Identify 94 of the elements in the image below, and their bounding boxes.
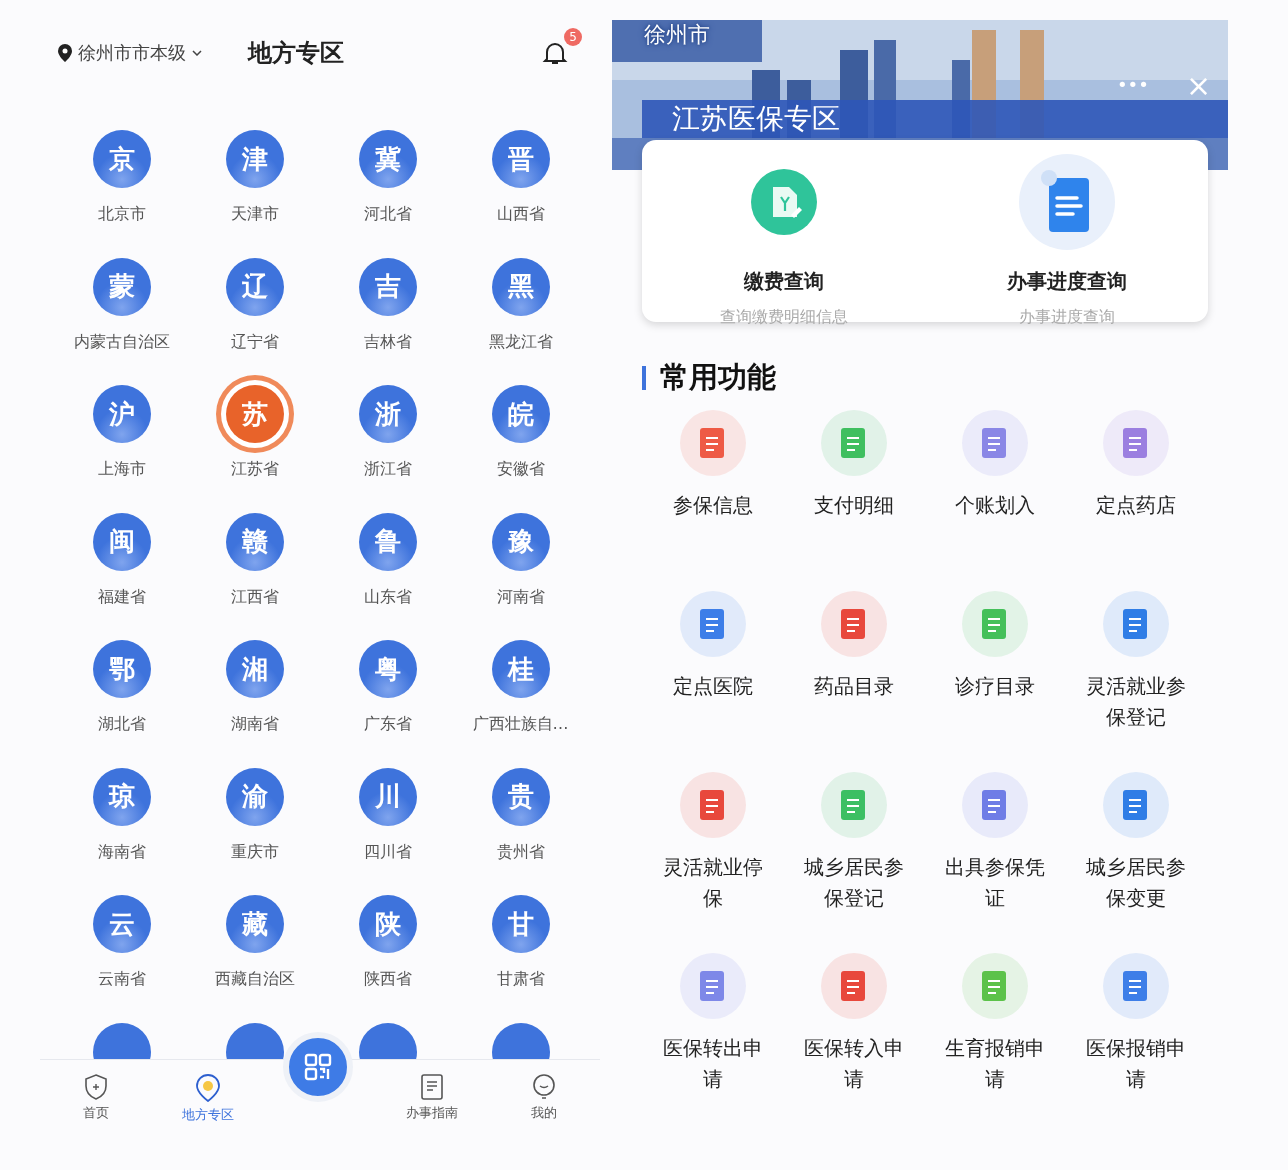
service-title[interactable]: 办事进度查询 — [1006, 268, 1127, 295]
document-icon — [1018, 154, 1115, 250]
region-icon[interactable]: 赣 — [225, 512, 284, 571]
region-name[interactable]: 浙江省 — [363, 459, 412, 480]
function-label[interactable]: 医保报销申请 — [1082, 1033, 1189, 1095]
tab-bar-item[interactable]: 办事指南 — [376, 1059, 488, 1140]
region-name[interactable]: 辽宁省 — [230, 331, 279, 353]
function-label[interactable]: 支付明细 — [800, 490, 907, 521]
region-icon[interactable]: 贵 — [491, 767, 550, 826]
function-label[interactable]: 生育报销申请 — [941, 1033, 1048, 1095]
region-name[interactable]: 贵州省 — [496, 841, 545, 863]
region-name[interactable]: 西藏自治区 — [214, 969, 295, 990]
region-icon[interactable]: 冀 — [358, 130, 417, 188]
region-icon[interactable]: 吉 — [358, 257, 417, 316]
region-name[interactable]: 上海市 — [97, 459, 146, 480]
region-icon[interactable]: 辽 — [225, 257, 284, 316]
tab-bar-item[interactable]: 首页 — [40, 1059, 152, 1140]
function-label[interactable]: 诊疗目录 — [941, 671, 1048, 702]
function-label[interactable]: 定点药店 — [1082, 490, 1189, 521]
region-name[interactable]: 山东省 — [363, 586, 412, 608]
region-name[interactable]: 广东省 — [363, 714, 412, 735]
region-name[interactable]: 四川省 — [363, 841, 412, 863]
region-name[interactable]: 北京市 — [97, 204, 146, 225]
region-icon[interactable]: 陕 — [358, 895, 417, 953]
bill-icon — [750, 169, 817, 235]
function-label[interactable]: 个账划入 — [941, 490, 1048, 521]
function-label[interactable]: 出具参保凭证 — [941, 852, 1048, 914]
region-icon[interactable]: 黑 — [491, 257, 550, 316]
region-name[interactable]: 广西壮族自… — [472, 714, 569, 735]
region-name[interactable]: 甘肃省 — [496, 969, 545, 990]
location-selector[interactable]: 徐州市市本级 — [78, 41, 186, 65]
region-icon[interactable]: 闽 — [92, 512, 151, 571]
region-icon[interactable]: 京 — [92, 130, 151, 188]
tab-bar-item[interactable]: 我的 — [488, 1059, 600, 1140]
region-name[interactable]: 黑龙江省 — [488, 331, 553, 353]
tab-bar-item[interactable]: 地方专区 — [152, 1059, 264, 1140]
function-label[interactable]: 药品目录 — [800, 671, 907, 702]
function-label[interactable]: 城乡居民参保登记 — [800, 852, 907, 914]
region-icon[interactable]: 皖 — [491, 385, 550, 443]
region-name[interactable]: 江苏省 — [230, 459, 279, 480]
region-icon[interactable]: 琼 — [92, 767, 151, 826]
service-subtitle: 办事进度查询 — [1018, 307, 1115, 328]
location-pin-icon — [58, 44, 72, 62]
region-icon[interactable]: 粤 — [358, 640, 417, 698]
region-name[interactable]: 重庆市 — [230, 841, 279, 863]
document-icon — [421, 1073, 443, 1100]
region-name[interactable]: 云南省 — [97, 969, 146, 990]
region-name[interactable]: 河北省 — [363, 204, 412, 225]
region-name[interactable]: 湖南省 — [230, 714, 279, 735]
function-label[interactable]: 定点医院 — [659, 671, 766, 702]
region-icon[interactable]: 晋 — [491, 130, 550, 188]
region-name[interactable]: 内蒙古自治区 — [73, 331, 170, 353]
region-name[interactable]: 海南省 — [97, 841, 146, 863]
region-icon[interactable]: 渝 — [225, 767, 284, 826]
page-title: 地方专区 — [248, 38, 345, 69]
notification-badge: 5 — [564, 28, 582, 46]
region-name[interactable]: 山西省 — [496, 204, 545, 225]
region-icon[interactable]: 津 — [225, 130, 284, 188]
region-icon[interactable]: 桂 — [491, 640, 550, 698]
region-name[interactable]: 陕西省 — [363, 969, 412, 990]
function-label[interactable]: 城乡居民参保变更 — [1082, 852, 1189, 914]
shield-icon — [84, 1073, 108, 1100]
function-label[interactable]: 灵活就业参保登记 — [1082, 671, 1189, 733]
region-name[interactable]: 湖北省 — [97, 714, 146, 735]
qr-code-icon — [304, 1052, 332, 1081]
region-icon[interactable]: 浙 — [358, 385, 417, 443]
region-icon[interactable]: 豫 — [491, 512, 550, 571]
region-icon[interactable]: 甘 — [491, 895, 550, 953]
region-icon[interactable]: 蒙 — [92, 257, 151, 316]
region-icon[interactable]: 湘 — [225, 640, 284, 698]
caret-icon — [192, 50, 202, 56]
region-name[interactable]: 安徽省 — [496, 459, 545, 480]
region-icon[interactable]: 鄂 — [92, 640, 151, 698]
region-icon[interactable]: 沪 — [92, 385, 151, 443]
smiley-icon — [532, 1073, 556, 1100]
function-label[interactable]: 医保转出申请 — [659, 1033, 766, 1095]
region-icon[interactable]: 鲁 — [358, 512, 417, 571]
section-title: 常用功能 — [660, 359, 776, 396]
function-label[interactable]: 医保转入申请 — [800, 1033, 907, 1095]
region-name[interactable]: 福建省 — [97, 586, 146, 608]
bell-icon[interactable] — [542, 40, 568, 66]
service-subtitle: 查询缴费明细信息 — [719, 307, 848, 328]
region-icon[interactable]: 川 — [358, 767, 417, 826]
banner-title: 江苏医保专区 — [672, 101, 840, 137]
region-icon[interactable]: 云 — [92, 895, 151, 953]
function-label[interactable]: 参保信息 — [659, 490, 766, 521]
region-name[interactable]: 吉林省 — [363, 331, 412, 353]
service-title[interactable]: 缴费查询 — [743, 268, 824, 295]
region-name[interactable]: 河南省 — [496, 586, 545, 608]
region-name[interactable]: 天津市 — [230, 204, 279, 225]
function-label[interactable]: 灵活就业停保 — [659, 852, 766, 914]
region-name[interactable]: 江西省 — [230, 586, 279, 608]
location-pin-icon — [196, 1073, 220, 1102]
region-icon[interactable]: 藏 — [225, 895, 284, 953]
